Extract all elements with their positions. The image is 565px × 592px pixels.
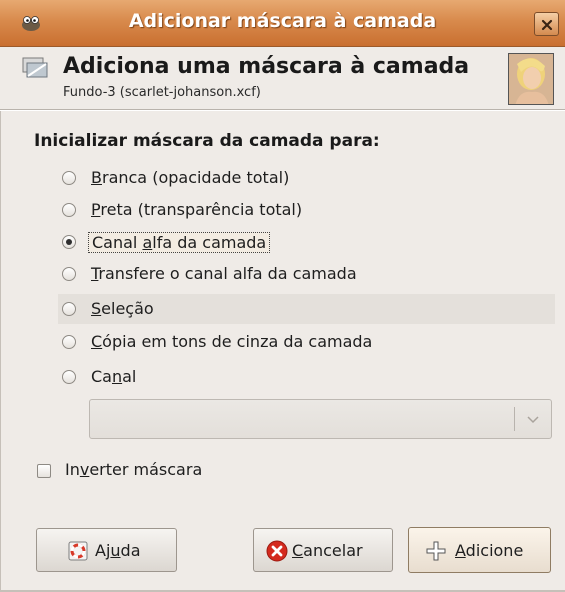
option-label: Seleção: [91, 299, 154, 318]
help-button[interactable]: Ajuda: [36, 528, 177, 572]
cancel-icon: [266, 540, 288, 562]
combo-divider: [514, 407, 515, 431]
option-label: Canal alfa da camada: [88, 232, 271, 253]
radio-button[interactable]: [62, 171, 76, 185]
cancel-button-label: Cancelar: [292, 541, 363, 560]
gimp-wilber-icon[interactable]: [20, 14, 42, 32]
invert-mask-label: Inverter máscara: [65, 460, 203, 479]
title-bar[interactable]: Adicionar máscara à camada: [0, 0, 565, 47]
window-title: Adicionar máscara à camada: [128, 10, 437, 32]
add-button[interactable]: Adicione: [408, 527, 551, 573]
layer-mask-icon: [22, 57, 48, 78]
chevron-down-icon[interactable]: [527, 416, 539, 424]
option-grayscale-copy[interactable]: Cópia em tons de cinza da camada: [58, 327, 555, 357]
close-button[interactable]: [534, 12, 559, 36]
help-button-label: Ajuda: [95, 541, 141, 560]
header-separator: [0, 109, 565, 111]
portrait-thumbnail-icon: [509, 54, 553, 104]
section-label: Inicializar máscara da camada para:: [34, 131, 380, 151]
radio-button[interactable]: [62, 203, 76, 217]
option-label: Preta (transparência total): [91, 200, 303, 219]
channel-combo[interactable]: [89, 399, 552, 439]
radio-button[interactable]: [62, 335, 76, 349]
radio-button[interactable]: [62, 370, 76, 384]
layer-thumbnail: [508, 53, 554, 105]
invert-mask-checkbox-row[interactable]: Inverter máscara: [37, 459, 287, 485]
add-plus-icon: [426, 541, 446, 561]
option-channel[interactable]: Canal: [58, 362, 555, 392]
dialog-heading: Adiciona uma máscara à camada: [63, 54, 470, 79]
option-white-full-opacity[interactable]: Branca (opacidade total): [58, 163, 555, 193]
option-black-full-transparency[interactable]: Preta (transparência total): [58, 195, 555, 225]
option-label: Cópia em tons de cinza da camada: [91, 332, 373, 351]
option-label: Transfere o canal alfa da camada: [91, 264, 357, 283]
dialog-header: Adiciona uma máscara à camada Fundo-3 (s…: [0, 47, 565, 109]
add-button-label: Adicione: [455, 541, 524, 560]
option-transfer-alpha-channel[interactable]: Transfere o canal alfa da camada: [58, 259, 555, 289]
radio-button[interactable]: [62, 267, 76, 281]
cancel-button[interactable]: Cancelar: [253, 528, 393, 572]
option-label: Canal: [91, 367, 137, 386]
help-lifebuoy-icon: [68, 541, 88, 561]
invert-mask-checkbox[interactable]: [37, 464, 51, 478]
dialog-subtitle: Fundo-3 (scarlet-johanson.xcf): [63, 85, 261, 100]
window-border: [0, 47, 1, 592]
option-label: Branca (opacidade total): [91, 168, 290, 187]
radio-button-selected[interactable]: [62, 235, 76, 249]
option-layer-alpha-channel[interactable]: Canal alfa da camada: [58, 227, 555, 257]
radio-button[interactable]: [62, 302, 76, 316]
option-selection[interactable]: Seleção: [58, 294, 555, 324]
close-icon: [541, 19, 553, 31]
